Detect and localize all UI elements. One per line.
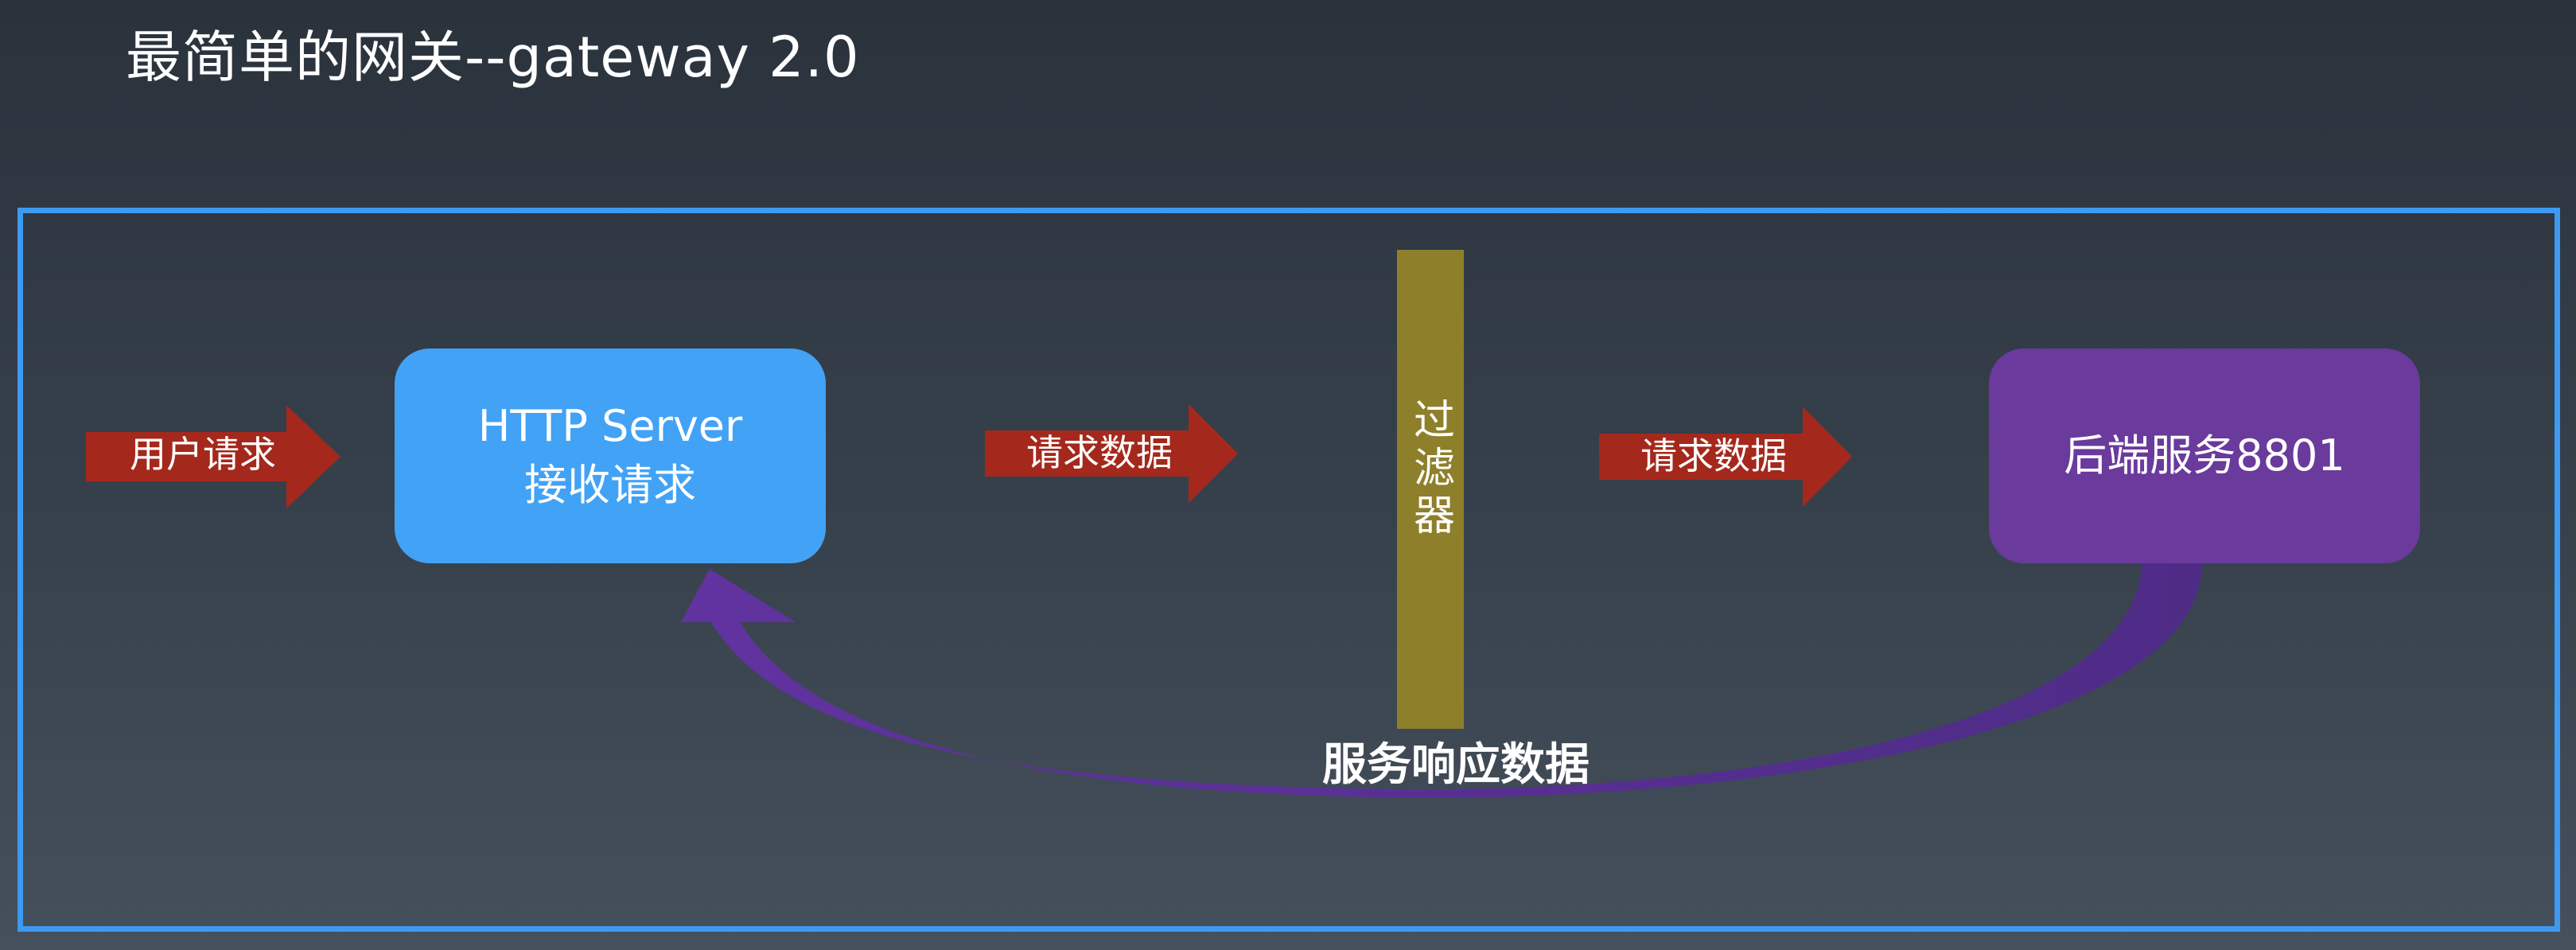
http-server-title: HTTP Server — [477, 401, 743, 451]
user-request-label: 用户请求 — [130, 433, 276, 476]
request-data-label-1: 请求数据 — [1026, 431, 1173, 474]
backend-service-label: 后端服务8801 — [2064, 430, 2345, 481]
response-data-label: 服务响应数据 — [1322, 739, 1590, 791]
http-server-box: HTTP Server 接收请求 — [395, 348, 826, 563]
filter-bar: 过滤器 — [1397, 250, 1464, 729]
http-server-subtitle: 接收请求 — [524, 460, 696, 510]
filter-label: 过滤器 — [1406, 398, 1454, 541]
request-data-label-2: 请求数据 — [1640, 434, 1787, 477]
backend-service-box: 后端服务8801 — [1989, 348, 2420, 563]
